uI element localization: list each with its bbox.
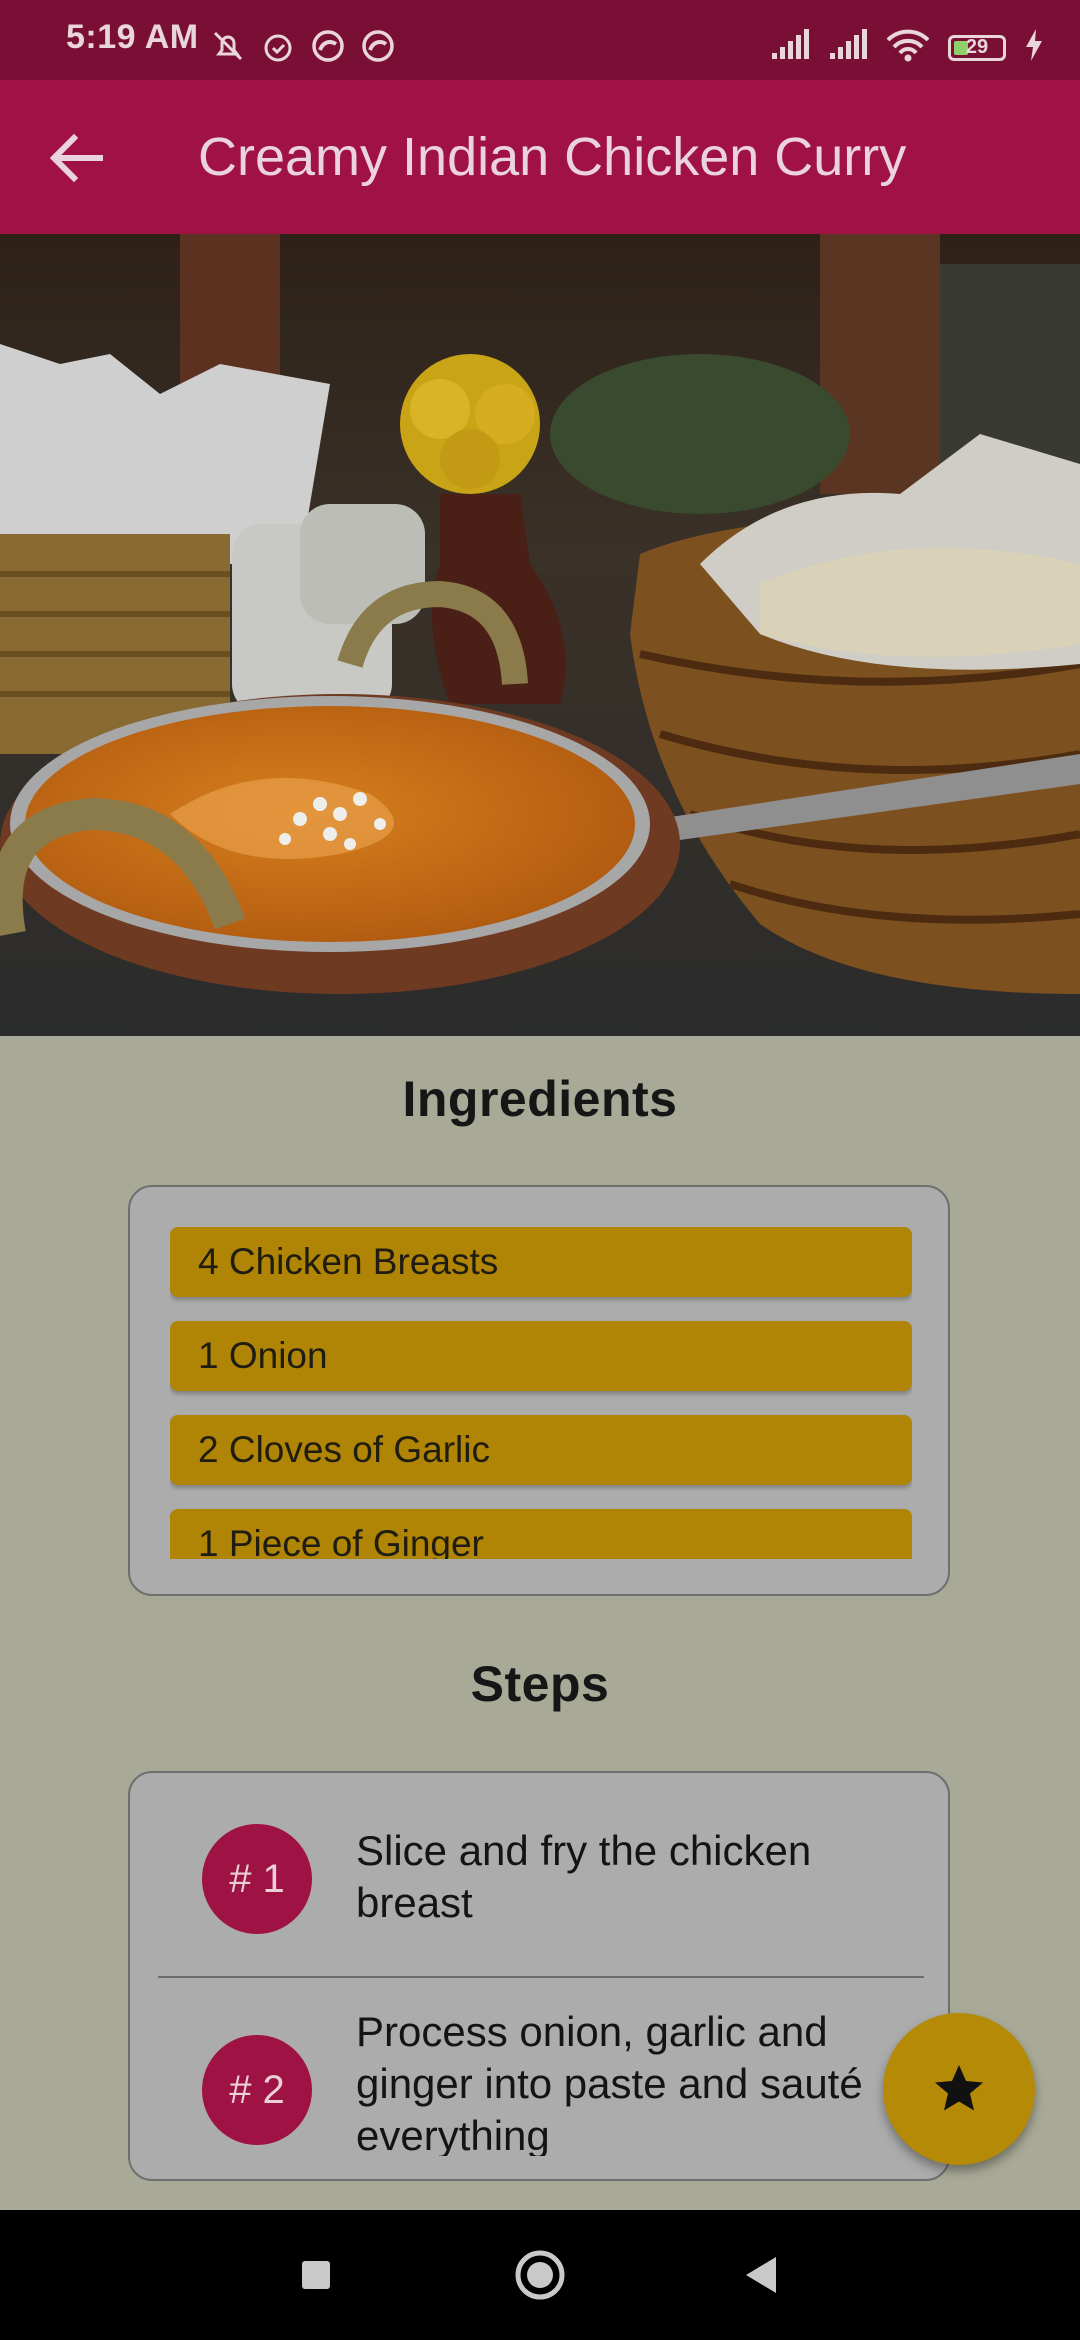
recents-button[interactable] [284, 2243, 348, 2307]
ingredients-card: 4 Chicken Breasts 1 Onion 2 Cloves of Ga… [128, 1185, 950, 1596]
favorite-fab-button[interactable] [883, 2013, 1035, 2165]
app-bar: Creamy Indian Chicken Curry [0, 80, 1080, 234]
battery-icon: 29 [948, 34, 1006, 61]
steps-title: Steps [470, 1656, 610, 1712]
alarm-icon [260, 28, 296, 64]
system-nav-bar [0, 2210, 1080, 2340]
sync-icon [360, 28, 396, 64]
ingredients-title: Ingredients [402, 1071, 678, 1127]
step-item[interactable]: # 2 Process onion, garlic and ginger int… [130, 1978, 948, 2178]
star-icon [935, 2065, 983, 2111]
sync-icon [310, 28, 346, 64]
signal-icon [770, 29, 810, 66]
battery-level: 29 [965, 36, 989, 58]
ingredient-item[interactable]: 1 Onion [170, 1321, 912, 1391]
signal-icon [828, 29, 868, 66]
circle-icon [515, 2250, 565, 2300]
ingredient-item[interactable]: 1 Piece of Ginger [170, 1509, 912, 1559]
back-button[interactable] [40, 122, 112, 194]
step-number-badge: # 2 [202, 2035, 312, 2145]
step-text: Slice and fry the chicken breast [356, 1827, 812, 1926]
triangle-icon [746, 2257, 776, 2293]
home-button[interactable] [508, 2243, 572, 2307]
step-item[interactable]: # 1 Slice and fry the chicken breast [130, 1773, 948, 1978]
charging-icon [1024, 29, 1044, 66]
status-time: 5:19 AM [66, 18, 199, 56]
steps-card[interactable]: # 1 Slice and fry the chicken breast # 2… [128, 1771, 950, 2181]
square-icon [302, 2261, 330, 2289]
page-title: Creamy Indian Chicken Curry [198, 127, 907, 187]
arrow-back-icon [49, 133, 103, 183]
step-number-badge: # 1 [202, 1824, 312, 1934]
back-nav-button[interactable] [728, 2243, 792, 2307]
recipe-image [0, 234, 1080, 1036]
ingredient-item[interactable]: 2 Cloves of Garlic [170, 1415, 912, 1485]
status-bar: 5:19 AM 29 [0, 0, 1080, 80]
step-text: Process onion, garlic and ginger into pa… [356, 2008, 863, 2156]
ingredient-item[interactable]: 4 Chicken Breasts [170, 1227, 912, 1297]
mute-icon [210, 28, 246, 64]
ingredients-list[interactable]: 4 Chicken Breasts 1 Onion 2 Cloves of Ga… [170, 1227, 912, 1559]
wifi-icon [886, 28, 930, 67]
